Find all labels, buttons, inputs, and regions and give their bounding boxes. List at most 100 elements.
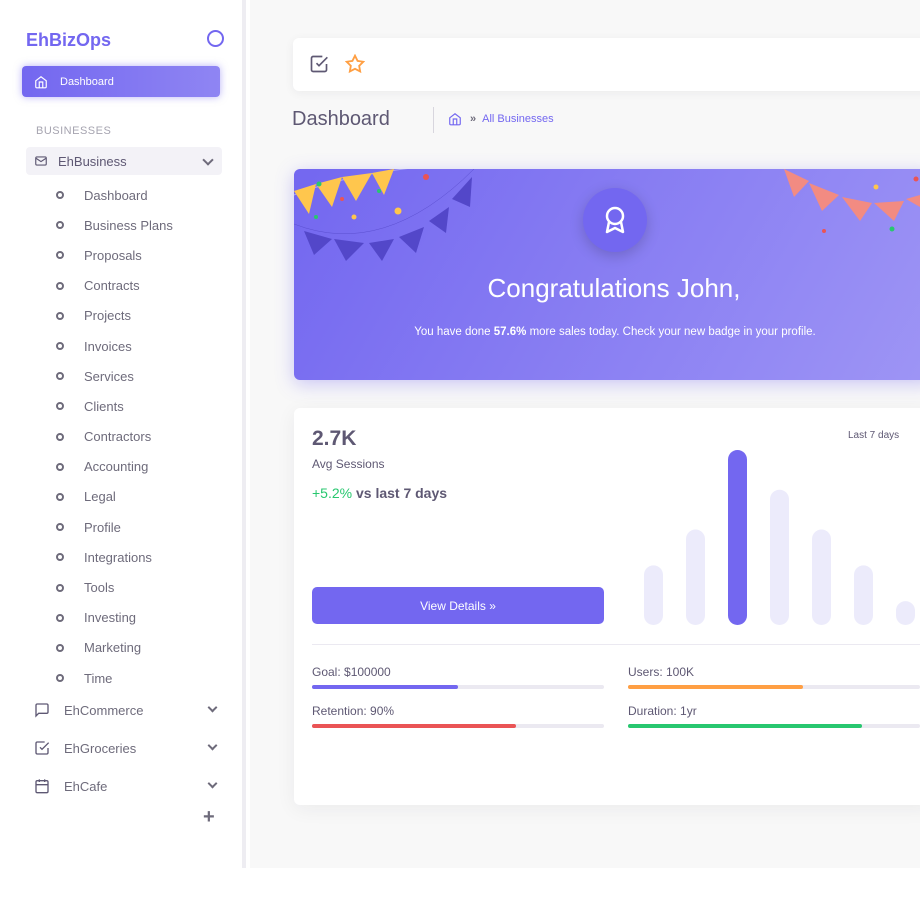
circle-icon [56,281,64,290]
breadcrumb: » All Businesses [448,112,554,126]
sidebar-subitem[interactable]: Investing [56,603,173,633]
circle-icon [56,583,64,592]
circle-icon [56,643,64,652]
congratulations-card: Congratulations John, You have done 57.6… [294,169,920,380]
top-navbar [293,38,920,91]
home-icon[interactable] [448,112,462,126]
sidebar-subitem[interactable]: Clients [56,391,173,421]
progress-track [628,724,920,728]
progress-fill [628,685,804,689]
circle-icon [56,221,64,230]
progress-label: Users: 100K [628,665,695,679]
main-content: Dashboard » All Businesses Congratulatio… [250,0,920,868]
goal-progress: Goal: $100000 [312,665,604,689]
check-square-icon[interactable] [309,54,329,74]
breadcrumb-current[interactable]: All Businesses [482,113,554,125]
mail-icon [35,156,47,166]
chart-bar [770,489,789,625]
sidebar-subitem-label: Integrations [84,549,152,565]
chart-bar [686,529,705,625]
sales-percentage: 57.6% [493,326,527,338]
sidebar-subitem[interactable]: Contracts [56,271,173,301]
progress-label: Goal: $100000 [312,665,391,679]
sidebar-group-label: EhCommerce [64,702,144,718]
sidebar-subitem[interactable]: Contractors [56,422,173,452]
sidebar-subitem-label: Accounting [84,459,149,475]
sidebar-subitem[interactable]: Accounting [56,452,173,482]
sidebar-sub-list: Dashboard Business Plans Proposals Contract… [56,180,173,693]
circle-icon [56,372,64,381]
chart-bar [854,565,873,625]
sidebar-subitem[interactable]: Projects [56,301,173,331]
circle-icon [56,402,64,411]
sidebar-subitem[interactable]: Dashboard [56,180,173,210]
sidebar-subitem[interactable]: Legal [56,482,173,512]
progress-fill [628,724,862,728]
date-range-dropdown[interactable]: Last 7 days [848,430,899,441]
sidebar-subitem-label: Contracts [84,278,140,294]
circle-icon [56,311,64,320]
sidebar-group-ehcommerce[interactable]: EhCommerce [34,698,222,722]
progress-track [628,685,920,689]
sidebar-subitem[interactable]: Integrations [56,542,173,572]
sidebar-subitem[interactable]: Profile [56,512,173,542]
sessions-label: Avg Sessions [312,457,385,471]
star-icon[interactable] [345,54,365,74]
page-title: Dashboard [292,108,390,130]
sidebar-group-ehcafe[interactable]: EhCafe [34,774,222,798]
sidebar-group-ehbusiness[interactable]: EhBusiness [26,147,222,175]
home-icon [35,75,47,88]
sidebar-subitem-label: Marketing [84,640,142,656]
avg-sessions-card: 2.7K Avg Sessions +5.2% vs last 7 days L… [294,408,920,805]
message-square-icon [35,703,49,718]
congratulations-title: Congratulations John, [487,273,741,303]
sidebar-subitem-label: Dashboard [84,187,148,203]
chart-bar [812,529,831,625]
progress-label: Retention: 90% [312,704,395,718]
add-business-button[interactable]: + [203,806,215,829]
duration-progress: Duration: 1yr [628,704,920,728]
view-details-button[interactable]: View Details » [312,587,604,624]
sidebar-item-dashboard[interactable]: Dashboard [22,66,220,97]
sidebar-subitem-label: Invoices [84,338,132,354]
sidebar-subitem[interactable]: Marketing [56,633,173,663]
message-text: You have done [414,326,494,338]
section-title-businesses: BUSINESSES [36,125,112,137]
sidebar-subitem[interactable]: Business Plans [56,210,173,240]
brand-logo[interactable]: EhBizOps [26,30,111,51]
sidebar-toggle-icon[interactable] [207,30,224,47]
sidebar-subitem-label: Contractors [84,429,152,445]
award-icon [583,188,647,252]
growth-text: vs last 7 days [352,485,448,501]
progress-track [312,724,604,728]
circle-icon [56,553,64,562]
award-glyph [605,206,625,234]
chart-bar [728,450,747,625]
chart-bar [896,601,915,625]
circle-icon [56,191,64,200]
sidebar-subitem[interactable]: Tools [56,572,173,602]
circle-icon [56,462,64,471]
sidebar-subitem-label: Clients [84,398,124,414]
sidebar-subitem[interactable]: Invoices [56,331,173,361]
circle-icon [56,523,64,532]
circle-icon [56,432,64,441]
progress-label: Duration: 1yr [628,704,697,718]
sidebar-group-ehgroceries[interactable]: EhGroceries [34,736,222,760]
sidebar-group-label: EhGroceries [64,740,137,756]
progress-fill [312,724,517,728]
chart-bar [644,565,663,625]
breadcrumb-divider [433,107,434,133]
sidebar-subitem-label: Investing [84,610,137,626]
retention-progress: Retention: 90% [312,704,604,728]
chevron-down-icon [207,740,218,751]
sidebar-group-label: EhCafe [64,778,108,794]
sidebar-subitem-label: Business Plans [84,217,173,233]
sidebar: EhBizOps Dashboard BUSINESSES EhBusiness… [0,0,246,868]
sidebar-subitem[interactable]: Proposals [56,240,173,270]
circle-icon [56,674,64,683]
sidebar-subitem[interactable]: Services [56,361,173,391]
circle-icon [56,613,64,622]
sidebar-subitem[interactable]: Time [56,663,173,693]
chevron-down-icon [202,154,214,166]
